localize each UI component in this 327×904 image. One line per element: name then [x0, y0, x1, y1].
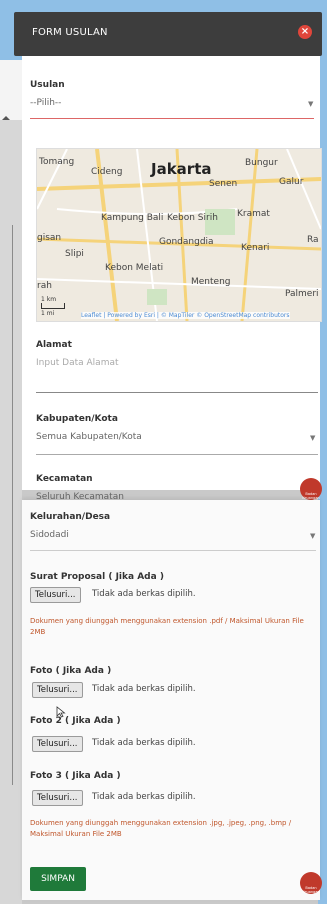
map-label-cideng: Cideng: [91, 167, 123, 177]
background-panel: [0, 60, 22, 120]
kabupaten-label: Kabupaten/Kota: [36, 414, 118, 424]
background-divider: [12, 225, 13, 785]
close-icon[interactable]: ×: [298, 25, 312, 39]
foto-note: Dokumen yang diunggah menggunakan extens…: [30, 819, 292, 838]
logo-text: Badan Keuangan: [302, 886, 320, 894]
chevron-down-icon: ▼: [310, 532, 316, 540]
logo-icon: Badan Keuangan: [300, 478, 322, 500]
map-label-gisan: gisan: [37, 233, 62, 243]
scroll-up-icon[interactable]: [0, 112, 12, 124]
foto2-file-status: Tidak ada berkas dipilih.: [92, 738, 196, 748]
kabupaten-select[interactable]: Semua Kabupaten/Kota: [36, 432, 142, 442]
foto3-browse-button[interactable]: Telusuri...: [32, 790, 83, 806]
modal-title: FORM USULAN: [32, 27, 108, 38]
proposal-note: Dokumen yang diunggah menggunakan extens…: [30, 617, 304, 636]
map-scale: 1 km 1 mi: [41, 296, 65, 317]
map-label-senen: Senen: [209, 179, 238, 189]
foto-label: Foto ( Jika Ada ): [30, 666, 112, 676]
kabupaten-underline: [36, 454, 318, 455]
usulan-underline: [30, 118, 314, 119]
map-label-kramat: Kramat: [237, 209, 270, 219]
map-attribution[interactable]: Leaflet | Powered by Esri | © MapTiler ©…: [81, 312, 290, 319]
foto2-browse-button[interactable]: Telusuri...: [32, 736, 83, 752]
kecamatan-label: Kecamatan: [36, 474, 93, 484]
background-sidebar: [0, 120, 22, 904]
map-label-tomang: Tomang: [39, 157, 75, 167]
usulan-label: Usulan: [30, 80, 65, 90]
logo-text: Badan Keuangan: [302, 492, 320, 500]
proposal-file-status: Tidak ada berkas dipilih.: [92, 589, 196, 599]
alamat-input[interactable]: Input Data Alamat: [36, 358, 119, 368]
map-label-galur: Galur: [279, 177, 304, 187]
map-label-palmeri: Palmeri: [285, 289, 319, 299]
foto-file-status: Tidak ada berkas dipilih.: [92, 684, 196, 694]
save-button[interactable]: SIMPAN: [30, 867, 86, 891]
map-label-kebon-melati: Kebon Melati: [105, 263, 164, 273]
proposal-label: Surat Proposal ( Jika Ada ): [30, 572, 164, 582]
map-label-gondangdia: Gondangdia: [159, 237, 214, 247]
map-label-kampung-bali: Kampung Bali: [101, 213, 164, 223]
foto3-label: Foto 3 ( Jika Ada ): [30, 771, 121, 781]
map-view[interactable]: Tomang Cideng Jakarta Senen Bungur Galur…: [36, 148, 322, 322]
kelurahan-underline: [30, 550, 316, 551]
chevron-down-icon: ▼: [310, 434, 316, 442]
kelurahan-label: Kelurahan/Desa: [30, 512, 111, 522]
kelurahan-select[interactable]: Sidodadi: [30, 530, 69, 540]
foto2-label: Foto 2 ( Jika Ada ): [30, 716, 121, 726]
map-scale-mi: 1 mi: [41, 310, 55, 317]
foto-browse-button[interactable]: Telusuri...: [32, 682, 83, 698]
mouse-cursor-icon: [56, 706, 66, 718]
map-label-rah: rah: [37, 281, 52, 291]
modal-body-lower: [22, 500, 320, 900]
map-scale-km: 1 km: [41, 296, 57, 303]
map-label-ra: Ra: [307, 235, 319, 245]
map-label-kenari: Kenari: [241, 243, 270, 253]
chevron-down-icon: ▼: [308, 100, 314, 108]
alamat-underline: [36, 392, 318, 393]
proposal-browse-button[interactable]: Telusuri...: [30, 587, 81, 603]
alamat-label: Alamat: [36, 340, 72, 350]
map-label-slipi: Slipi: [65, 249, 84, 259]
map-label-jakarta: Jakarta: [151, 160, 212, 178]
map-label-bungur: Bungur: [245, 158, 278, 168]
logo-icon: Badan Keuangan: [300, 872, 322, 894]
modal-header: FORM USULAN ×: [14, 12, 322, 56]
usulan-select[interactable]: --Pilih--: [30, 98, 61, 108]
map-label-menteng: Menteng: [191, 277, 231, 287]
map-label-kebon-sirih: Kebon Sirih: [167, 213, 218, 223]
foto3-file-status: Tidak ada berkas dipilih.: [92, 792, 196, 802]
